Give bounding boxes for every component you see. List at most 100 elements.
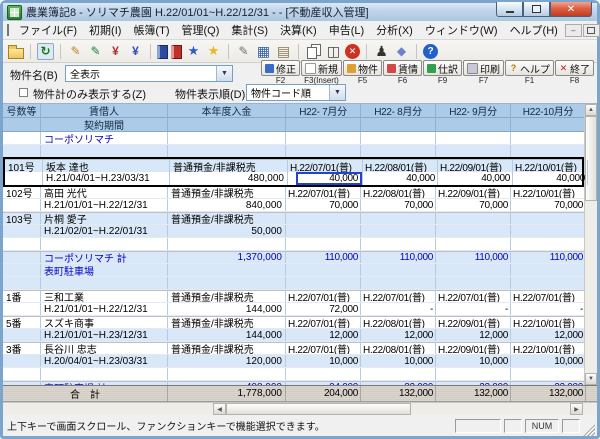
cell-tenant[interactable]: H.20/04/01~H.23/03/31	[41, 355, 168, 367]
menu-item[interactable]: 初期(I)	[83, 21, 127, 39]
cell-total[interactable]	[168, 264, 286, 276]
cell-no[interactable]	[3, 368, 41, 380]
scroll-right-icon[interactable]: ▶	[570, 403, 583, 415]
cell-month-4[interactable]: 70,000	[511, 199, 586, 211]
cell-month-4[interactable]: 110,000	[511, 252, 586, 263]
cell-month-3[interactable]	[436, 264, 511, 276]
cell-month-4[interactable]: 10,000	[511, 355, 586, 367]
open-folder-icon[interactable]	[8, 48, 24, 59]
cell-tenant[interactable]	[41, 277, 168, 289]
cell-total[interactable]: 普通預金/非課税売	[168, 291, 286, 302]
menu-item[interactable]: 管理(Q)	[175, 21, 225, 39]
pencil-icon[interactable]	[235, 43, 252, 60]
journal-function-button[interactable]: 仕訳	[423, 60, 462, 76]
cell-total[interactable]	[168, 145, 286, 157]
cell-tenant[interactable]	[41, 238, 168, 250]
cell-no[interactable]	[3, 303, 41, 315]
ledger-red-icon[interactable]	[171, 45, 182, 59]
cell-month-2[interactable]	[361, 213, 436, 224]
cell-month-4[interactable]: H.22/10/01(普)	[511, 187, 586, 198]
cell-total[interactable]: 普通預金/非課税売	[168, 317, 286, 328]
menu-item[interactable]: ヘルプ(H)	[504, 21, 564, 39]
horizontal-scrollbar-thumb[interactable]	[226, 403, 411, 415]
cell-tenant[interactable]: 高田 光代	[41, 187, 168, 198]
cell-month-2[interactable]	[361, 225, 436, 237]
help-icon[interactable]	[423, 44, 438, 59]
menu-item[interactable]: 分析(X)	[370, 21, 419, 39]
edit-doc-check-icon[interactable]	[87, 43, 104, 60]
cell-month-1[interactable]	[286, 368, 361, 380]
cell-month-1[interactable]	[286, 145, 361, 157]
cell-tenant[interactable]: 表町駐車場	[41, 264, 168, 276]
cell-month-1[interactable]	[286, 225, 361, 237]
cell-no[interactable]: 101号	[5, 160, 43, 172]
cell-tenant[interactable]: H.21/01/01~H.22/12/31	[41, 303, 168, 315]
cell-month-2[interactable]	[361, 132, 436, 144]
property-total-only-checkbox[interactable]	[19, 88, 28, 97]
chevron-down-icon[interactable]: ▼	[216, 66, 232, 81]
cell-tenant[interactable]: H.21/02/01~H.22/01/31	[41, 225, 168, 237]
cell-month-3[interactable]: H.22/09/01(普)	[436, 343, 511, 354]
person-icon[interactable]	[373, 43, 390, 60]
edit-function-button[interactable]: 修正	[261, 60, 300, 76]
cell-tenant[interactable]: 長谷川 忠志	[41, 343, 168, 354]
cell-month-1[interactable]: 10,000	[286, 355, 361, 367]
selected-row-block[interactable]: 101号坂本 達也普通預金/非課税売H.22/07/01(普)H.22/08/0…	[3, 157, 584, 187]
cell-month-2[interactable]	[361, 277, 436, 289]
cell-month-2[interactable]: H.22/07/01(普)	[361, 291, 436, 302]
vertical-scrollbar[interactable]: ▲ ▼	[584, 104, 597, 385]
cell-month-3[interactable]: H.22/07/01(普)	[436, 291, 511, 302]
cell-month-2[interactable]: H.22/08/01(普)	[361, 187, 436, 198]
cell-tenant[interactable]: H.21/01/01~H.23/12/31	[41, 329, 168, 341]
cell-month-3[interactable]	[436, 132, 511, 144]
cell-month-4[interactable]: H.22/10/01(普)	[511, 317, 586, 328]
cell-no[interactable]	[3, 132, 41, 144]
cell-month-4[interactable]: -	[511, 303, 586, 315]
cell-total[interactable]: 50,000	[168, 225, 286, 237]
cell-month-3[interactable]	[436, 225, 511, 237]
menu-item[interactable]: 決算(K)	[274, 21, 323, 39]
cell-month-2[interactable]: 22,000	[361, 382, 436, 385]
cell-month-4[interactable]	[511, 213, 586, 224]
selected-cell[interactable]: 40,000	[296, 172, 362, 185]
cell-tenant[interactable]: コーポソリマチ 計	[41, 252, 168, 263]
scroll-up-icon[interactable]: ▲	[585, 104, 597, 116]
cell-month-1[interactable]	[286, 213, 361, 224]
cell-month-4[interactable]: H.22/10/01(普)	[513, 160, 588, 172]
cell-no[interactable]	[3, 225, 41, 237]
cell-month-4[interactable]: 22,000	[511, 382, 586, 385]
cell-month-3[interactable]	[436, 368, 511, 380]
cell-month-4[interactable]	[511, 132, 586, 144]
horizontal-scrollbar-track[interactable]	[411, 403, 570, 415]
star-edit-icon[interactable]	[205, 43, 222, 60]
scroll-left-icon[interactable]: ◀	[213, 403, 226, 415]
cell-tenant[interactable]: 片桐 愛子	[41, 213, 168, 224]
chevron-down-icon[interactable]: ▼	[329, 85, 345, 100]
cell-total[interactable]	[168, 368, 286, 380]
cell-no[interactable]: 103号	[3, 213, 41, 224]
cell-month-3[interactable]: -	[436, 303, 511, 315]
cell-total[interactable]	[168, 277, 286, 289]
cell-total[interactable]: 144,000	[168, 329, 286, 341]
cell-month-1[interactable]: 12,000	[286, 329, 361, 341]
cell-month-1[interactable]: H.22/07/01(普)	[288, 160, 363, 172]
cell-month-3[interactable]	[436, 277, 511, 289]
cell-month-2[interactable]	[361, 368, 436, 380]
cell-month-1[interactable]	[286, 132, 361, 144]
cell-total[interactable]: 840,000	[168, 199, 286, 211]
cell-month-2[interactable]: H.22/08/01(普)	[363, 160, 438, 172]
cell-month-2[interactable]: 40,000	[363, 172, 438, 185]
cell-month-2[interactable]: 70,000	[361, 199, 436, 211]
cell-no[interactable]	[3, 382, 41, 385]
cell-tenant[interactable]: H.21/01/01~H.22/12/31	[41, 199, 168, 211]
ledger-blue-icon[interactable]	[157, 45, 168, 59]
cell-total[interactable]: 480,000	[170, 172, 288, 185]
cell-month-4[interactable]	[511, 225, 586, 237]
cell-month-2[interactable]	[361, 264, 436, 276]
cell-total[interactable]	[168, 238, 286, 250]
cell-month-4[interactable]	[511, 145, 586, 157]
cell-month-3[interactable]: H.22/09/01(普)	[436, 317, 511, 328]
cell-month-1[interactable]	[286, 238, 361, 250]
cell-total[interactable]: 普通預金/非課税売	[168, 343, 286, 354]
yen-out-icon[interactable]	[127, 43, 144, 60]
